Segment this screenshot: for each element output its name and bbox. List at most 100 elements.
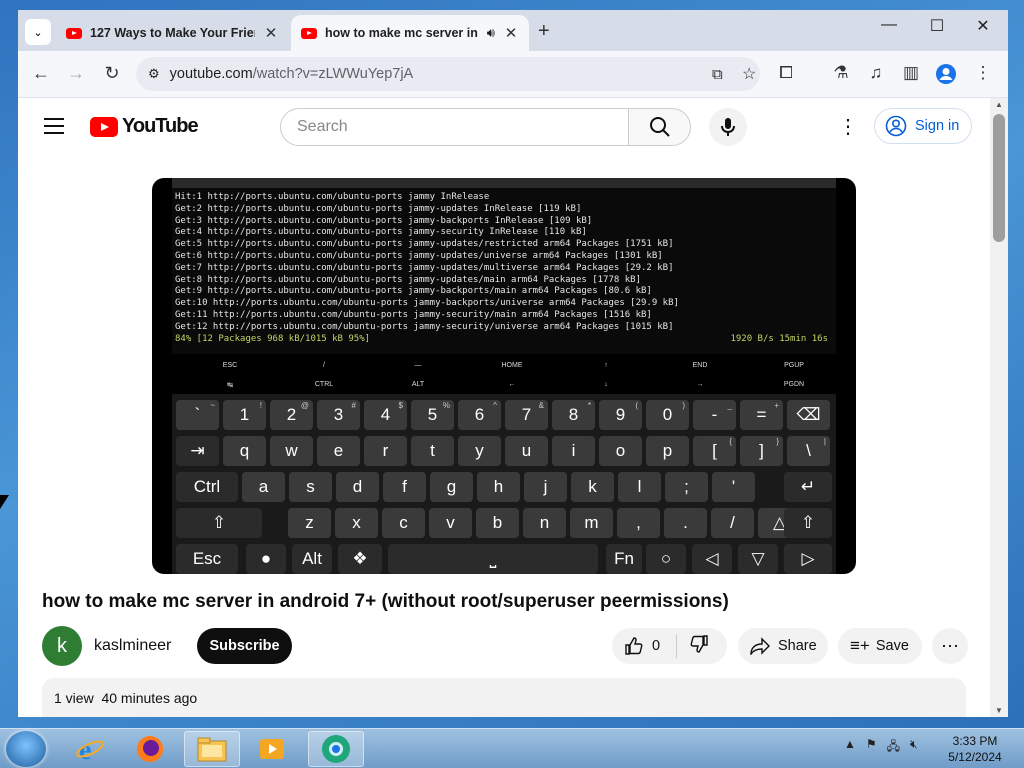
subscribe-button[interactable]: Subscribe (197, 628, 292, 664)
lab-flask-icon[interactable]: ⚗ (829, 63, 853, 83)
sign-in-button[interactable]: Sign in (874, 108, 972, 144)
keyboard-key[interactable]: , (617, 508, 660, 538)
address-bar[interactable]: ⚙ youtube.com/watch?v=zLWWuYep7jA ⧉ ☆ (136, 57, 760, 91)
keyboard-key[interactable]: a (242, 472, 285, 502)
profile-icon[interactable] (934, 63, 958, 90)
keyboard-key[interactable]: e (317, 436, 360, 466)
keyboard-key[interactable]: [{ (693, 436, 736, 466)
keyboard-key[interactable]: m (570, 508, 613, 538)
keyboard-key[interactable]: ' (712, 472, 755, 502)
tray-expand-icon[interactable]: ▲ (844, 737, 856, 758)
keyboard-key[interactable]: ○ (646, 544, 686, 574)
extra-key[interactable]: / (304, 362, 344, 369)
volume-muted-icon[interactable]: 🔇︎ (910, 737, 918, 758)
keyboard-key[interactable]: ⌫ (787, 400, 830, 430)
keyboard-key[interactable]: 2 @ (270, 400, 313, 430)
channel-avatar[interactable]: k (42, 626, 82, 666)
minimize-button[interactable]: — (866, 16, 912, 34)
more-menu-icon[interactable]: ⋮ (971, 63, 995, 83)
keyboard-key[interactable]: w (270, 436, 313, 466)
tab-2-active[interactable]: how to make mc server in 🔊︎ ✕ (291, 15, 529, 51)
page-scrollbar[interactable]: ▲ ▼ (990, 98, 1008, 717)
firefox-icon[interactable] (122, 731, 178, 767)
extra-key[interactable]: HOME (492, 362, 532, 369)
keyboard-key[interactable]: 6 ^ (458, 400, 501, 430)
keyboard-key[interactable]: ↵ (784, 472, 832, 502)
keyboard-key[interactable]: 8 * (552, 400, 595, 430)
system-clock[interactable]: 3:33 PM 5/12/2024 (940, 733, 1010, 765)
keyboard-key[interactable]: g (430, 472, 473, 502)
extensions-icon[interactable]: ⧠ (774, 63, 798, 83)
network-icon[interactable]: 🖧︎ (887, 737, 900, 758)
keyboard-key[interactable]: 0) (646, 400, 689, 430)
keyboard-key[interactable]: 7 & (505, 400, 548, 430)
search-button[interactable] (628, 108, 691, 146)
extra-key[interactable]: ALT (398, 381, 438, 388)
keyboard-key[interactable]: ⇧ (784, 508, 832, 538)
extra-key[interactable]: — (398, 362, 438, 369)
bookmark-star-icon[interactable]: ☆ (742, 64, 756, 84)
extra-key[interactable]: ↹ (210, 381, 250, 389)
extra-key[interactable]: ↓ (586, 381, 626, 388)
keyboard-key[interactable]: z (288, 508, 331, 538)
keyboard-key[interactable]: ● (246, 544, 286, 574)
close-icon[interactable]: ✕ (263, 24, 279, 42)
back-button[interactable]: ← (30, 63, 52, 84)
keyboard-key[interactable]: ⇧ (176, 508, 262, 538)
media-queue-icon[interactable]: ♫ (864, 63, 888, 83)
internet-explorer-icon[interactable]: e (62, 731, 118, 767)
keyboard-key[interactable]: = + (740, 400, 783, 430)
keyboard-key[interactable]: c (382, 508, 425, 538)
keyboard-key[interactable]: p (646, 436, 689, 466)
keyboard-key[interactable]: q (223, 436, 266, 466)
media-player-icon[interactable] (244, 731, 300, 767)
share-button[interactable]: Share (738, 628, 828, 664)
close-icon[interactable]: ✕ (503, 24, 519, 42)
keyboard-key[interactable]: d (336, 472, 379, 502)
keyboard-key[interactable]: y (458, 436, 501, 466)
keyboard-key[interactable]: n (523, 508, 566, 538)
keyboard-key[interactable]: ⇥ (176, 436, 219, 466)
start-button[interactable] (6, 731, 46, 767)
keyboard-key[interactable]: / (711, 508, 754, 538)
maximize-button[interactable]: ☐ (914, 16, 960, 36)
keyboard-key[interactable]: Fn (606, 544, 642, 574)
settings-kebab-icon[interactable]: ⋮ (838, 114, 858, 139)
keyboard-key[interactable]: ▽ (738, 544, 778, 574)
keyboard-key[interactable]: ` ~ (176, 400, 219, 430)
hamburger-menu-icon[interactable] (44, 118, 64, 134)
keyboard-key[interactable]: j (524, 472, 567, 502)
keyboard-key[interactable]: l (618, 472, 661, 502)
channel-name[interactable]: kaslmineer (94, 637, 171, 655)
keyboard-key[interactable]: ]} (740, 436, 783, 466)
search-input[interactable]: Search (280, 108, 630, 146)
dislike-button[interactable] (677, 634, 709, 658)
extra-key[interactable]: ↑ (586, 362, 626, 369)
keyboard-key[interactable]: ; (665, 472, 708, 502)
tab-search-button[interactable]: ⌄ (25, 19, 51, 45)
keyboard-key[interactable]: u (505, 436, 548, 466)
more-actions-icon[interactable]: ⋯ (932, 628, 968, 664)
chrome-taskbar-icon[interactable] (308, 731, 364, 767)
extra-key[interactable]: END (680, 362, 720, 369)
extra-key[interactable]: → (680, 381, 720, 388)
keyboard-key[interactable]: 1! (223, 400, 266, 430)
keyboard-key[interactable]: t (411, 436, 454, 466)
scroll-down-arrow-icon[interactable]: ▼ (995, 706, 1003, 715)
cast-icon[interactable]: ⧉ (712, 66, 723, 83)
speaker-icon[interactable]: 🔊︎ (487, 25, 495, 41)
keyboard-key[interactable]: . (664, 508, 707, 538)
voice-search-button[interactable] (709, 108, 747, 146)
description-box[interactable]: 1 view 40 minutes ago (42, 678, 966, 717)
keyboard-key[interactable]: o (599, 436, 642, 466)
keyboard-key[interactable]: 9( (599, 400, 642, 430)
keyboard-key[interactable]: Alt (292, 544, 332, 574)
keyboard-key[interactable]: - _ (693, 400, 736, 430)
extra-key[interactable]: PGUP (774, 362, 814, 369)
action-center-flag-icon[interactable]: ⚑ (866, 737, 877, 758)
scroll-up-arrow-icon[interactable]: ▲ (995, 100, 1003, 109)
extra-key[interactable]: CTRL (304, 381, 344, 388)
reload-button[interactable]: ↻ (101, 63, 123, 84)
keyboard-key[interactable]: v (429, 508, 472, 538)
keyboard-key[interactable]: Esc (176, 544, 238, 574)
